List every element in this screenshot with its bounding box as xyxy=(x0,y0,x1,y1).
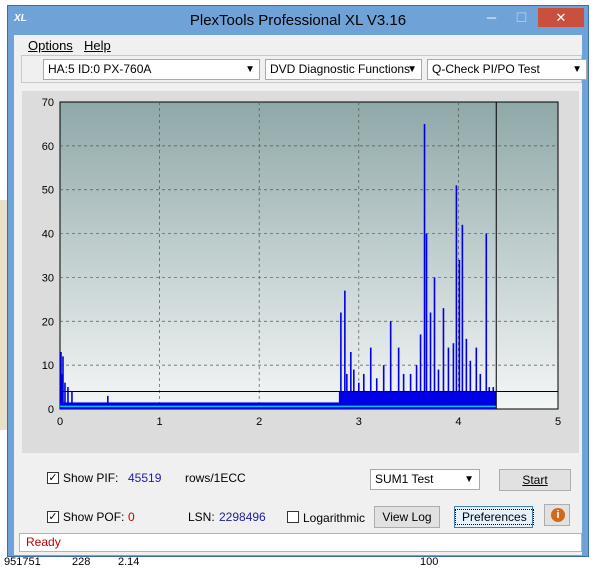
show-pif-label: Show PIF: xyxy=(63,471,119,485)
preferences-button[interactable]: Preferences xyxy=(454,506,534,528)
background-text-2: 228 xyxy=(72,556,91,568)
chevron-down-icon: ▼ xyxy=(572,64,582,75)
data-bar xyxy=(452,343,455,409)
data-bar xyxy=(419,334,422,409)
info-icon: i xyxy=(551,508,565,522)
chevron-down-icon: ▼ xyxy=(245,64,255,75)
pof-value: 0 xyxy=(128,510,135,524)
minimize-button[interactable]: ─ xyxy=(478,8,505,27)
menu-help-label: Help xyxy=(84,38,111,53)
data-bar xyxy=(425,233,428,409)
sum-test-value: SUM1 Test xyxy=(375,472,434,486)
data-bar xyxy=(397,347,400,409)
data-bar xyxy=(437,369,440,409)
data-bar xyxy=(461,224,464,409)
data-bar xyxy=(455,185,458,409)
y-tick-label: 40 xyxy=(42,229,54,241)
menu-help[interactable]: Help xyxy=(84,38,111,53)
y-tick-label: 50 xyxy=(42,185,54,197)
data-bar xyxy=(375,378,378,409)
data-bar xyxy=(469,360,472,409)
data-bar xyxy=(340,312,342,409)
y-tick-label: 10 xyxy=(42,360,54,372)
rows-label: rows/1ECC xyxy=(185,471,246,485)
x-tick-label: 4 xyxy=(455,416,461,428)
data-bar xyxy=(465,338,468,409)
pi-po-chart: 0 10 20 30 40 50 60 70 0 1 2 3 4 5 xyxy=(42,97,561,428)
preferences-label: Preferences xyxy=(455,509,534,525)
title-bar[interactable]: XL PlexTools Professional XL V3.16 ─ ☐ ✕ xyxy=(8,6,588,35)
data-bar xyxy=(415,365,418,409)
y-tick-label: 0 xyxy=(48,404,54,416)
menu-options[interactable]: Options xyxy=(28,38,73,53)
y-tick-label: 30 xyxy=(42,272,54,284)
maximize-button[interactable]: ☐ xyxy=(508,8,535,27)
logarithmic-label: Logarithmic xyxy=(303,511,366,525)
function-select-value: DVD Diagnostic Functions xyxy=(270,62,411,76)
start-button[interactable]: Start xyxy=(499,469,571,491)
y-tick-label: 70 xyxy=(42,97,54,109)
x-tick-label: 0 xyxy=(57,416,63,428)
y-tick-label: 20 xyxy=(42,316,54,328)
background-text-1: 951751 xyxy=(4,556,41,568)
x-tick-label: 2 xyxy=(256,416,262,428)
info-button[interactable]: i xyxy=(544,504,570,526)
test-select-value: Q-Check PI/PO Test xyxy=(432,62,540,76)
data-bar xyxy=(447,347,450,409)
chevron-down-icon: ▼ xyxy=(407,64,417,75)
data-bar xyxy=(350,351,352,409)
x-tick-label: 5 xyxy=(555,416,561,428)
y-tick-label: 60 xyxy=(42,141,54,153)
sum-test-select[interactable]: SUM1 Test ▼ xyxy=(370,469,480,490)
test-select[interactable]: Q-Check PI/PO Test ▼ xyxy=(427,59,587,80)
data-bar xyxy=(485,233,488,409)
status-bar: Ready xyxy=(19,533,582,552)
data-bar xyxy=(442,308,445,409)
status-text: Ready xyxy=(26,535,61,549)
plot-area xyxy=(59,101,559,410)
menu-options-label: Options xyxy=(28,38,73,53)
data-bar xyxy=(358,382,360,409)
data-bar xyxy=(64,382,66,409)
chart-panel: 0 10 20 30 40 50 60 70 0 1 2 3 4 5 xyxy=(22,91,579,453)
logarithmic-checkbox[interactable] xyxy=(287,511,299,523)
pif-value: 45519 xyxy=(128,471,162,485)
data-bar xyxy=(433,277,436,409)
close-button[interactable]: ✕ xyxy=(538,8,584,27)
drive-select[interactable]: HA:5 ID:0 PX-760A ▼ xyxy=(43,59,260,80)
start-button-label: Start xyxy=(522,473,548,487)
x-tick-label: 1 xyxy=(157,416,163,428)
show-pof-label: Show POF: xyxy=(63,510,125,524)
x-tick-label: 3 xyxy=(356,416,362,428)
show-pof-checkbox[interactable]: ✓ xyxy=(47,511,59,523)
background-text-3: 2.14 xyxy=(118,556,140,568)
toolbar: HA:5 ID:0 PX-760A ▼ DVD Diagnostic Funct… xyxy=(21,55,587,83)
view-log-button[interactable]: View Log xyxy=(374,506,440,528)
data-bar xyxy=(369,347,372,409)
lsn-label: LSN: xyxy=(188,510,215,524)
background-window-edge xyxy=(0,200,7,430)
data-bar xyxy=(389,321,392,409)
menu-bar: Options Help xyxy=(14,35,582,55)
background-text-4: 100 xyxy=(420,556,439,568)
data-bar xyxy=(458,259,461,409)
data-bar xyxy=(382,365,385,409)
chevron-down-icon: ▼ xyxy=(464,474,474,485)
client-area: Options Help HA:5 ID:0 PX-760A ▼ DVD Dia… xyxy=(14,35,587,555)
data-bar xyxy=(353,369,355,409)
data-bar xyxy=(475,347,478,409)
view-log-label: View Log xyxy=(382,510,432,524)
show-pif-checkbox[interactable]: ✓ xyxy=(47,472,59,484)
lsn-value: 2298496 xyxy=(219,510,266,524)
data-bar xyxy=(423,123,426,409)
app-window: XL PlexTools Professional XL V3.16 ─ ☐ ✕… xyxy=(7,5,589,557)
data-bar xyxy=(62,356,64,409)
data-bar xyxy=(429,312,432,409)
function-select[interactable]: DVD Diagnostic Functions ▼ xyxy=(265,59,422,80)
drive-select-value: HA:5 ID:0 PX-760A xyxy=(48,62,152,76)
